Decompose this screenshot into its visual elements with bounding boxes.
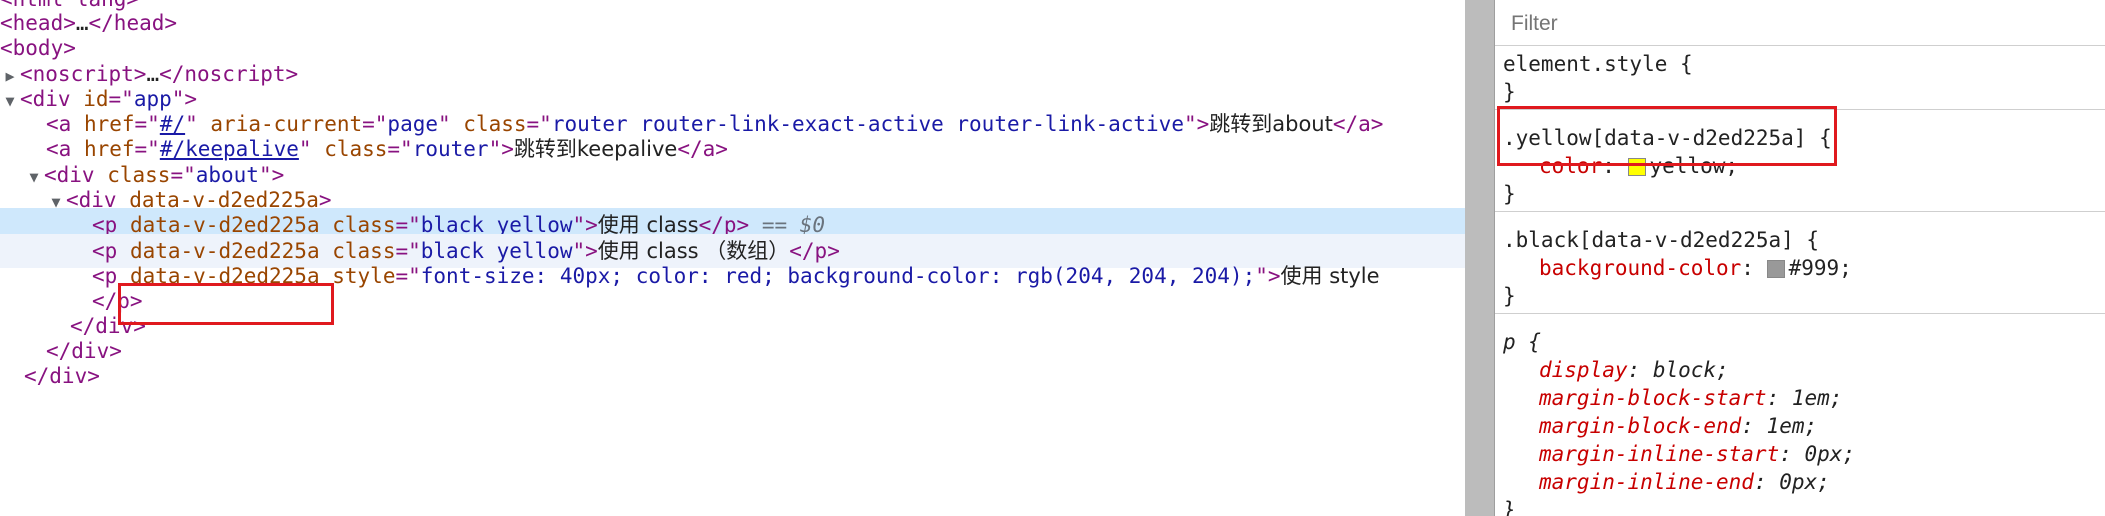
- rule-selector: p {: [1503, 330, 1541, 354]
- rule-selector: .yellow[data-v-d2ed225a]: [1503, 126, 1807, 150]
- rule-selector: element.style {: [1503, 52, 1693, 76]
- property-name: margin-inline-start: [1539, 442, 1780, 466]
- styles-filter-input[interactable]: [1511, 4, 2089, 44]
- property-name: margin-block-end: [1539, 414, 1742, 438]
- rule-open-brace: {: [1806, 126, 1832, 150]
- filter-bar: [1495, 0, 2105, 46]
- color-swatch-icon[interactable]: [1627, 158, 1646, 176]
- rule-yellow[interactable]: .yellow[data-v-d2ed225a] { color: yellow…: [1495, 120, 2105, 212]
- property-name: display: [1539, 358, 1628, 382]
- styles-pane: element.style { } .yellow[data-v-d2ed225…: [1495, 0, 2105, 516]
- property-value: 0px;: [1804, 442, 1856, 466]
- dom-line-div-close[interactable]: </div>: [0, 359, 1465, 393]
- rule-p-user-agent[interactable]: p { display: block; margin-block-start: …: [1495, 324, 2105, 516]
- pane-splitter[interactable]: [1465, 0, 1495, 516]
- rule-selector: .black[data-v-d2ed225a] {: [1503, 228, 1820, 252]
- property-name[interactable]: color: [1539, 154, 1602, 178]
- property-value[interactable]: #999;: [1789, 256, 1852, 280]
- rule-close-brace: }: [1503, 80, 1516, 104]
- rule-black[interactable]: .black[data-v-d2ed225a] { background-col…: [1495, 222, 2105, 314]
- property-value: 1em;: [1791, 386, 1843, 410]
- rule-close-brace: }: [1503, 182, 1516, 206]
- property-name[interactable]: background-color: [1539, 256, 1741, 280]
- color-swatch-icon[interactable]: [1766, 260, 1785, 278]
- rule-element-style[interactable]: element.style { }: [1495, 46, 2105, 110]
- rule-close-brace: }: [1503, 498, 1516, 516]
- elements-dom-tree: <html lang> <head>…</head> <body> ▶<nosc…: [0, 0, 1465, 516]
- property-value[interactable]: yellow;: [1650, 154, 1739, 178]
- property-value: block;: [1652, 358, 1729, 382]
- rule-close-brace: }: [1503, 284, 1516, 308]
- property-value: 0px;: [1779, 470, 1830, 494]
- div-close: </div>: [24, 364, 100, 388]
- property-value: 1em;: [1766, 414, 1818, 438]
- property-name: margin-block-start: [1539, 386, 1767, 410]
- property-name: margin-inline-end: [1539, 470, 1754, 494]
